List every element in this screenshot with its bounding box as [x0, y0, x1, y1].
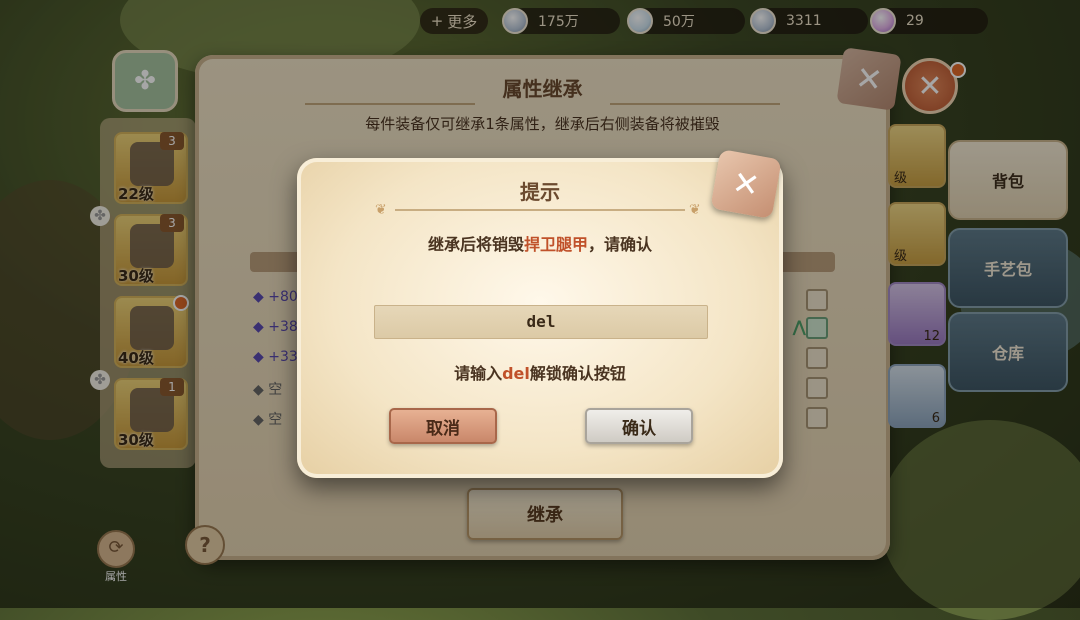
- destroyed-item-name: 捍卫腿甲: [523, 235, 588, 254]
- message-text: 继承后将销毁: [427, 235, 524, 254]
- dialog-hint: 请输入del解锁确认按钮: [297, 360, 783, 384]
- dialog-message: 继承后将销毁捍卫腿甲，请确认: [297, 231, 783, 255]
- dialog-close-button[interactable]: ✕: [710, 149, 782, 219]
- confirm-dialog: 提示 ❦ ❦ 继承后将销毁捍卫腿甲，请确认 del 请输入del解锁确认按钮 取…: [297, 149, 783, 478]
- divider: [395, 209, 685, 211]
- dialog-title: 提示: [520, 180, 560, 204]
- hint-text: 解锁确认按钮: [529, 364, 626, 383]
- hint-text: 请输入: [454, 364, 503, 383]
- confirm-text-input[interactable]: del: [374, 305, 708, 339]
- leaf-ornament-icon: ❦: [689, 202, 701, 218]
- confirm-button[interactable]: 确认: [585, 408, 693, 444]
- cancel-button[interactable]: 取消: [389, 408, 497, 444]
- hint-keyword: del: [502, 364, 530, 383]
- leaf-ornament-icon: ❦: [375, 202, 387, 218]
- message-text: ，请确认: [588, 235, 653, 254]
- close-icon: ✕: [729, 162, 763, 206]
